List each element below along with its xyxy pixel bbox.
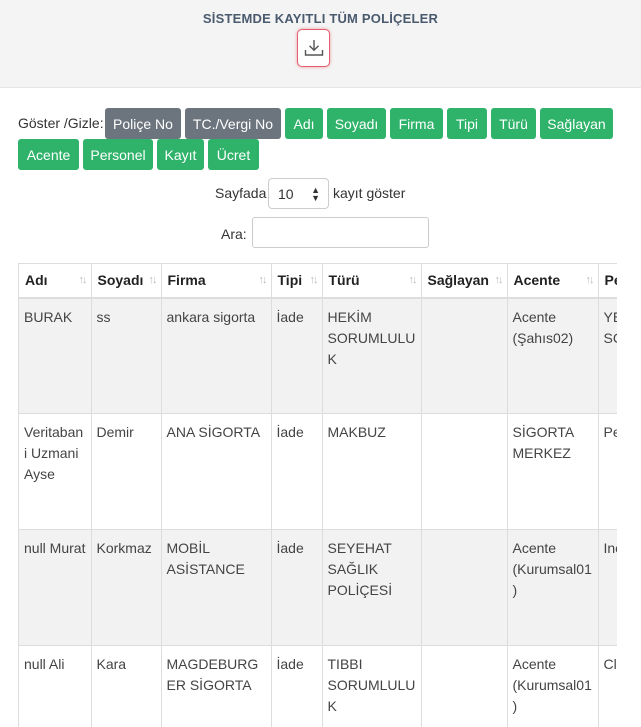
table-cell — [421, 297, 508, 414]
toggle-acente-button[interactable]: Acente — [18, 139, 79, 170]
page-length-select[interactable]: 10 ▲ ▼ — [268, 178, 329, 209]
column-header-saglayan[interactable]: Sağlayan ↑↓ — [421, 263, 508, 299]
page-length-prefix: Sayfada — [215, 185, 267, 201]
column-header-turu[interactable]: Türü ↑↓ — [322, 263, 422, 299]
table-cell: BURAK — [19, 297, 92, 414]
table-cell: YE Bİ SC — [598, 297, 617, 414]
column-header-label: Acente — [513, 272, 561, 289]
column-header-label: Pe — [604, 272, 618, 289]
table-cell: SİGORTA MERKEZ — [507, 413, 599, 530]
toggle-firma-button[interactable]: Firma — [390, 108, 443, 139]
table-row: null Murat Korkmaz MOBİL ASİSTANCE İade … — [19, 529, 617, 646]
search-label: Ara: — [221, 226, 247, 242]
column-header-label: Adı — [25, 272, 48, 289]
sort-icon: ↑↓ — [585, 274, 595, 286]
table-cell — [421, 413, 508, 530]
table-cell: ss — [91, 297, 162, 414]
table-cell: MAGDEBURGER SİGORTA — [161, 645, 272, 727]
table-cell: Kara — [91, 645, 162, 727]
table-cell: MOBİL ASİSTANCE — [161, 529, 272, 646]
column-header-acente[interactable]: Acente ↑↓ — [507, 263, 599, 299]
sort-icon: ↑↓ — [258, 274, 268, 286]
select-arrows-icon: ▲ ▼ — [311, 185, 320, 203]
table-cell: null Ali — [19, 645, 92, 727]
toggle-ucret-button[interactable]: Ücret — [208, 139, 259, 170]
table-cell: İade — [271, 645, 323, 727]
table-cell: İade — [271, 529, 323, 646]
toggle-adi-button[interactable]: Adı — [285, 108, 323, 139]
table-cell: Acente (Şahıs02) — [507, 297, 599, 414]
column-visibility-label: Göster /Gizle: — [18, 115, 104, 131]
table-cell — [421, 529, 508, 646]
toggle-personel-button[interactable]: Personel — [83, 139, 153, 170]
toggle-kayit-button[interactable]: Kayıt — [157, 139, 204, 170]
page-scrollbar[interactable] — [629, 0, 641, 727]
table-cell: SEYEHAT SAĞLIK POLİÇESİ — [322, 529, 422, 646]
page-header: SİSTEMDE KAYITLI TÜM POLİÇELER — [0, 0, 641, 88]
table-cell: Demir — [91, 413, 162, 530]
table-cell: Ine — [598, 529, 617, 646]
sort-icon: ↑↓ — [408, 274, 418, 286]
sort-icon: ↑↓ — [494, 274, 504, 286]
table-cell: null Murat — [19, 529, 92, 646]
table-cell: Acente (Kurumsal01) — [507, 645, 599, 727]
column-header-label: Soyadı — [97, 272, 144, 289]
table-cell: TIBBI SORUMLULUK — [322, 645, 422, 727]
column-header-label: Firma — [167, 272, 206, 289]
toggle-tipi-button[interactable]: Tipi — [447, 108, 487, 139]
page-length-value: 10 — [278, 185, 294, 202]
table-cell: İade — [271, 297, 323, 414]
column-header-soyadi[interactable]: Soyadı ↑↓ — [91, 263, 162, 299]
toggle-saglayan-button[interactable]: Sağlayan — [540, 108, 613, 139]
column-header-label: Sağlayan — [427, 272, 489, 289]
column-header-firma[interactable]: Firma ↑↓ — [161, 263, 272, 299]
table-cell: HEKİM SORUMLULUK — [322, 297, 422, 414]
table-row: null Ali Kara MAGDEBURGER SİGORTA İade T… — [19, 645, 617, 727]
toggle-turu-button[interactable]: Türü — [491, 108, 536, 139]
table-cell: Pe — [598, 413, 617, 530]
table-cell: Cla Sp — [598, 645, 617, 727]
table-cell: ankara sigorta — [161, 297, 272, 414]
table-header-row: Adı ↑↓ Soyadı ↑↓ Firma ↑↓ Tipi ↑↓ Türü ↑↓ Sağ… — [19, 263, 618, 299]
policies-table: Adı ↑↓ Soyadı ↑↓ Firma ↑↓ Tipi ↑↓ Türü ↑↓ Sağ… — [19, 263, 617, 727]
table-cell: ANA SİGORTA — [161, 413, 272, 530]
column-header-label: Tipi — [277, 272, 303, 289]
table-cell: Veritabani Uzmani Ayse — [19, 413, 92, 530]
table-cell — [421, 645, 508, 727]
sort-icon: ↑↓ — [78, 274, 88, 286]
page-length-suffix: kayıt göster — [333, 185, 406, 201]
policies-table-container: Adı ↑↓ Soyadı ↑↓ Firma ↑↓ Tipi ↑↓ Türü ↑↓ Sağ… — [18, 263, 617, 727]
table-cell: İade — [271, 413, 323, 530]
table-cell: Korkmaz — [91, 529, 162, 646]
toggle-police-no-button[interactable]: Poliçe No — [105, 108, 181, 139]
sort-icon: ↑↓ — [148, 274, 158, 286]
table-row: Veritabani Uzmani Ayse Demir ANA SİGORTA… — [19, 413, 617, 530]
download-button[interactable] — [297, 29, 330, 67]
table-row: BURAK ss ankara sigorta İade HEKİM SORUM… — [19, 297, 617, 414]
column-header-tipi[interactable]: Tipi ↑↓ — [271, 263, 323, 299]
table-cell: Acente (Kurumsal01) — [507, 529, 599, 646]
sort-icon: ↑↓ — [309, 274, 319, 286]
table-cell: MAKBUZ — [322, 413, 422, 530]
toggle-tc-vergi-no-button[interactable]: TC./Vergi No — [185, 108, 281, 139]
column-header-adi[interactable]: Adı ↑↓ — [19, 263, 92, 299]
download-icon — [304, 40, 323, 56]
column-header-personel[interactable]: Pe — [598, 263, 618, 299]
column-header-label: Türü — [328, 272, 360, 289]
search-input[interactable] — [252, 217, 429, 248]
toggle-soyadi-button[interactable]: Soyadı — [327, 108, 386, 139]
page-title: SİSTEMDE KAYITLI TÜM POLİÇELER — [202, 11, 439, 26]
